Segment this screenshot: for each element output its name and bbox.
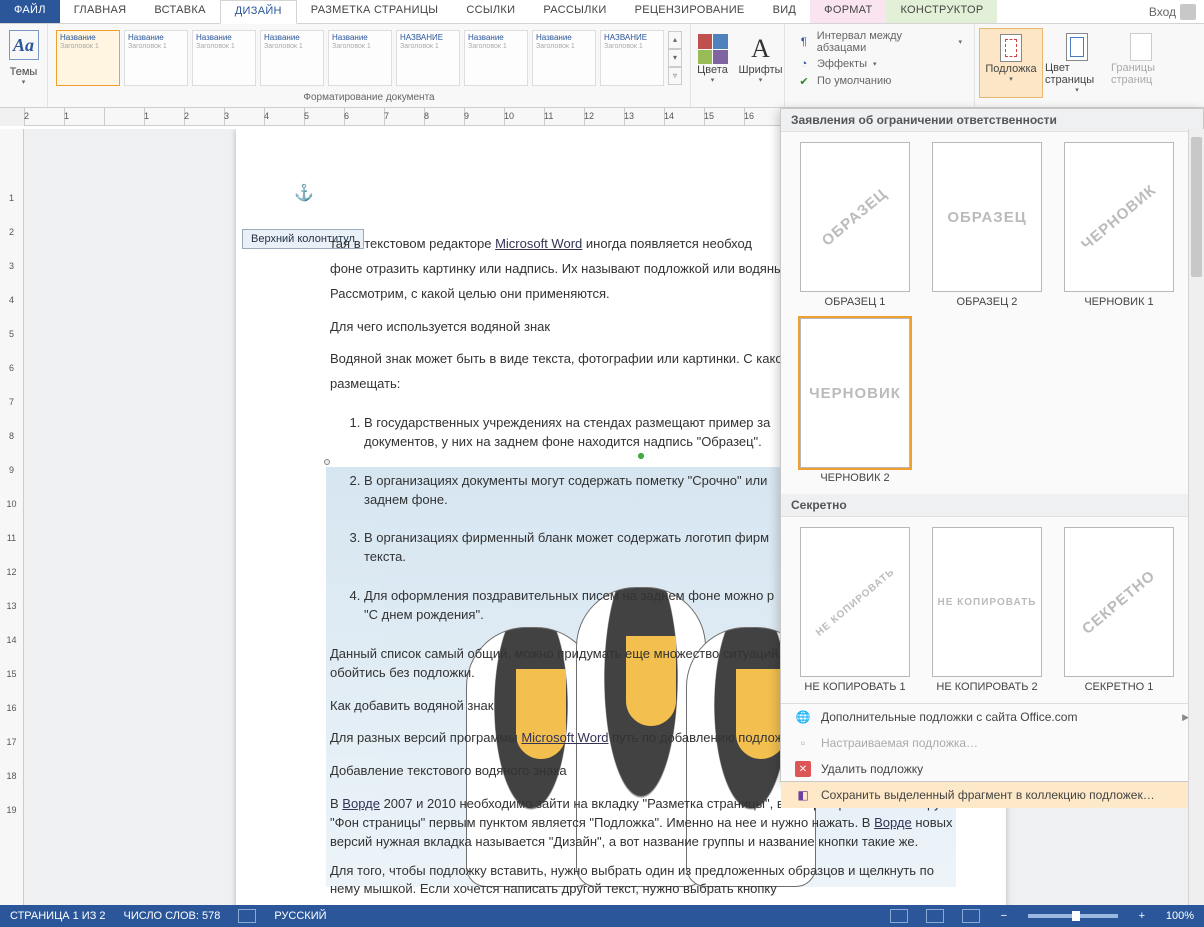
wm-preset[interactable]: НЕ КОПИРОВАТЬНЕ КОПИРОВАТЬ 1 xyxy=(795,527,915,693)
zoom-level[interactable]: 100% xyxy=(1166,910,1194,922)
status-bar: СТРАНИЦА 1 ИЗ 2 ЧИСЛО СЛОВ: 578 РУССКИЙ … xyxy=(0,905,1204,927)
colors-button[interactable]: Цвета▾ xyxy=(693,30,733,88)
themes-icon: Aa xyxy=(9,30,39,60)
themes-label: Темы xyxy=(10,66,38,78)
wm-save-selection[interactable]: ◧ Сохранить выделенный фрагмент в коллек… xyxy=(781,782,1203,808)
ribbon-tabs: ФАЙЛ ГЛАВНАЯ ВСТАВКА ДИЗАЙН РАЗМЕТКА СТР… xyxy=(0,0,1204,24)
group-doc-format: НазваниеЗаголовок 1 НазваниеЗаголовок 1 … xyxy=(48,24,691,107)
wm-section-secret: Секретно xyxy=(781,494,1203,517)
status-words[interactable]: ЧИСЛО СЛОВ: 578 xyxy=(124,910,221,922)
status-language[interactable]: РУССКИЙ xyxy=(274,910,326,922)
tab-view[interactable]: ВИД xyxy=(759,0,811,23)
page-borders-button[interactable]: Границы страниц xyxy=(1111,28,1171,98)
anchor-icon: ⚓ xyxy=(294,183,314,203)
tab-format[interactable]: ФОРМАТ xyxy=(810,0,886,23)
effects-button[interactable]: ◔Эффекты▾ xyxy=(797,57,962,71)
wm-preset[interactable]: СЕКРЕТНОСЕКРЕТНО 1 xyxy=(1059,527,1179,693)
gallery-arrows[interactable]: ▴▾▿ xyxy=(668,30,682,86)
avatar-icon xyxy=(1180,4,1196,20)
wm-preset[interactable]: НЕ КОПИРОВАТЬНЕ КОПИРОВАТЬ 2 xyxy=(927,527,1047,693)
zoom-slider[interactable] xyxy=(1028,914,1118,918)
set-default-button[interactable]: ✔По умолчанию xyxy=(797,74,962,88)
page-borders-label: Границы страниц xyxy=(1111,62,1171,86)
wm-preset[interactable]: ЧЕРНОВИКЧЕРНОВИК 1 xyxy=(1059,142,1179,308)
globe-icon: 🌐 xyxy=(795,709,811,725)
tab-mailings[interactable]: РАССЫЛКИ xyxy=(529,0,620,23)
watermark-label: Подложка xyxy=(985,63,1036,75)
tab-constructor[interactable]: КОНСТРУКТОР xyxy=(886,0,997,23)
group-colors-fonts: Цвета▾ A Шрифты▾ xyxy=(691,24,785,107)
effects-icon: ◔ xyxy=(797,57,811,71)
login-label: Вход xyxy=(1149,5,1176,19)
group-page-bg: Подложка▾ Цвет страницы▾ Границы страниц xyxy=(975,24,1175,107)
group-options: ¶Интервал между абзацами▾ ◔Эффекты▾ ✔По … xyxy=(785,24,975,107)
page-color-label: Цвет страницы xyxy=(1045,62,1109,86)
zoom-out-button[interactable]: − xyxy=(998,910,1010,922)
status-page[interactable]: СТРАНИЦА 1 ИЗ 2 xyxy=(10,910,106,922)
wm-preset[interactable]: ЧЕРНОВИКЧЕРНОВИК 2 xyxy=(795,318,915,484)
spacing-icon: ¶ xyxy=(797,35,811,49)
style-gallery[interactable]: НазваниеЗаголовок 1 НазваниеЗаголовок 1 … xyxy=(52,26,686,90)
wm-custom: ▫ Настраиваемая подложка… xyxy=(781,730,1203,756)
page-color-icon xyxy=(1062,32,1092,62)
page-icon: ▫ xyxy=(795,735,811,751)
tab-references[interactable]: ССЫЛКИ xyxy=(452,0,529,23)
tab-file[interactable]: ФАЙЛ xyxy=(0,0,60,23)
delete-icon: ✕ xyxy=(795,761,811,777)
ribbon: Aa Темы ▾ НазваниеЗаголовок 1 НазваниеЗа… xyxy=(0,24,1204,108)
page-borders-icon xyxy=(1126,32,1156,62)
wm-preset[interactable]: ОБРАЗЕЦОБРАЗЕЦ 2 xyxy=(927,142,1047,308)
themes-button[interactable]: Aa Темы ▾ xyxy=(3,26,45,90)
proofing-icon[interactable] xyxy=(238,909,256,923)
save-icon: ◧ xyxy=(795,787,811,803)
group-label-format: Форматирование документа xyxy=(303,90,434,105)
login-link[interactable]: Вход xyxy=(1141,0,1204,23)
colors-icon xyxy=(698,34,728,64)
wm-remove[interactable]: ✕ Удалить подложку xyxy=(781,756,1203,782)
page-color-button[interactable]: Цвет страницы▾ xyxy=(1045,28,1109,98)
view-print-icon[interactable] xyxy=(926,909,944,923)
wm-more-office[interactable]: 🌐 Дополнительные подложки с сайта Office… xyxy=(781,704,1203,730)
fonts-label: Шрифты xyxy=(738,64,782,76)
wm-section-disclaimer: Заявления об ограничении ответственности xyxy=(781,109,1203,132)
fonts-icon: A xyxy=(746,34,776,64)
wm-preset[interactable]: ОБРАЗЕЦОБРАЗЕЦ 1 xyxy=(795,142,915,308)
watermark-icon xyxy=(996,33,1026,63)
chevron-down-icon: ▾ xyxy=(22,78,26,86)
check-icon: ✔ xyxy=(797,74,811,88)
tab-design[interactable]: ДИЗАЙН xyxy=(220,0,297,24)
paragraph-spacing-button[interactable]: ¶Интервал между абзацами▾ xyxy=(797,30,962,54)
group-themes: Aa Темы ▾ xyxy=(0,24,48,107)
watermark-button[interactable]: Подложка▾ xyxy=(979,28,1043,98)
zoom-in-button[interactable]: + xyxy=(1136,910,1148,922)
fonts-button[interactable]: A Шрифты▾ xyxy=(739,30,783,88)
watermark-gallery-dropdown: Заявления об ограничении ответственности… xyxy=(780,108,1204,782)
view-read-icon[interactable] xyxy=(890,909,908,923)
vertical-scrollbar[interactable] xyxy=(1188,129,1204,905)
tab-home[interactable]: ГЛАВНАЯ xyxy=(60,0,141,23)
tab-insert[interactable]: ВСТАВКА xyxy=(140,0,219,23)
watermark-menu: 🌐 Дополнительные подложки с сайта Office… xyxy=(781,703,1203,808)
tab-page-layout[interactable]: РАЗМЕТКА СТРАНИЦЫ xyxy=(297,0,453,23)
tab-review[interactable]: РЕЦЕНЗИРОВАНИЕ xyxy=(621,0,759,23)
vertical-ruler[interactable]: 12345678910111213141516171819 xyxy=(0,129,24,905)
view-web-icon[interactable] xyxy=(962,909,980,923)
colors-label: Цвета xyxy=(697,64,728,76)
